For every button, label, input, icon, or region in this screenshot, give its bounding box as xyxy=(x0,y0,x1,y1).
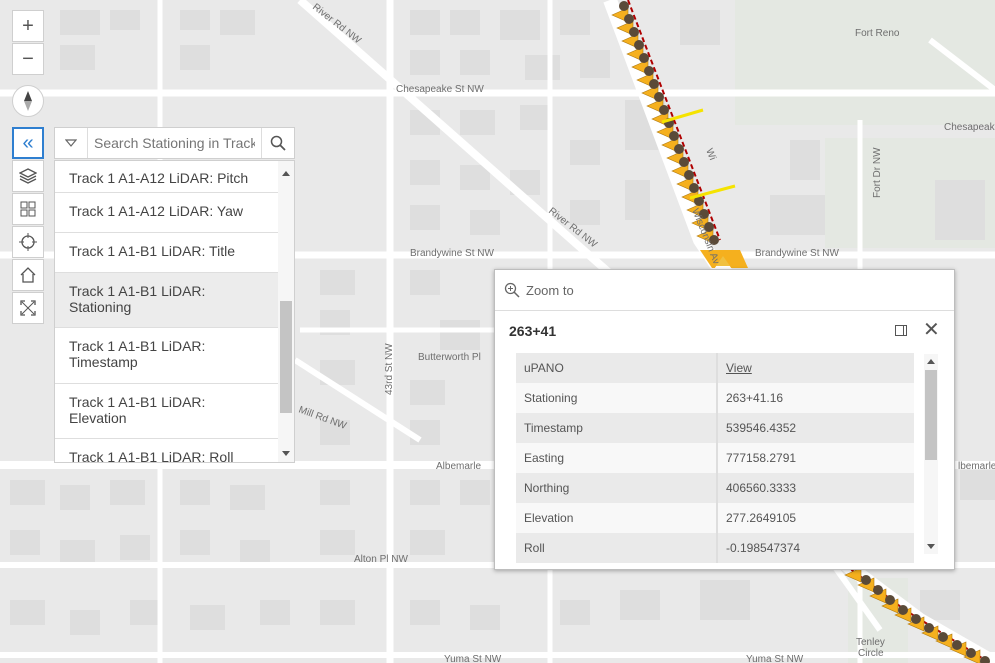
attr-key: Elevation xyxy=(516,503,718,533)
search-button[interactable] xyxy=(261,128,294,158)
zoom-to-action[interactable]: Zoom to xyxy=(495,270,954,311)
scrollbar-thumb[interactable] xyxy=(925,370,937,460)
layers-icon xyxy=(19,168,37,184)
map-label-chesapeake: Chesapeake St NW xyxy=(396,84,484,95)
home-button[interactable] xyxy=(12,259,44,291)
suggestion-item[interactable]: Track 1 A1-A12 LiDAR: Yaw xyxy=(55,193,279,233)
attr-value: -0.198547374 xyxy=(717,533,915,563)
popup-title: 263+41 xyxy=(509,323,557,339)
table-row: Timestamp 539546.4352 xyxy=(516,413,915,443)
attr-value: 777158.2791 xyxy=(717,443,915,473)
dock-popup-icon[interactable] xyxy=(895,325,907,336)
collapse-panel-button[interactable]: « xyxy=(12,127,44,159)
search-source-dropdown[interactable] xyxy=(55,128,88,158)
zoom-magnifier-icon xyxy=(504,282,520,298)
popup-attribute-table: uPANO View Stationing 263+41.16 Timestamp 5… xyxy=(516,353,915,563)
chevron-down-icon xyxy=(65,139,77,147)
search-widget xyxy=(54,127,295,159)
map-label-brandywine-left: Brandywine St NW xyxy=(410,248,494,259)
attr-value: View xyxy=(717,353,915,383)
suggestion-item-selected[interactable]: Track 1 A1-B1 LiDAR: Stationing xyxy=(55,273,279,328)
search-icon xyxy=(270,135,286,151)
scroll-down-arrow-icon[interactable] xyxy=(927,544,935,549)
view-link[interactable]: View xyxy=(726,361,752,375)
suggestion-item[interactable]: Track 1 A1-B1 LiDAR: Title xyxy=(55,233,279,273)
map-label-tenley-a: Tenley xyxy=(856,637,885,648)
suggestion-item[interactable]: Track 1 A1-A12 LiDAR: Pitch xyxy=(55,161,279,193)
scroll-down-arrow-icon[interactable] xyxy=(282,451,290,456)
fullscreen-button[interactable] xyxy=(12,292,44,324)
map-label-alton: Alton Pl NW xyxy=(354,554,408,565)
feature-popup: Zoom to 263+41 ✕ uPANO View Stationing 263… xyxy=(494,269,955,570)
map-label-43rd: 43rd St NW xyxy=(384,343,395,395)
attr-value: 539546.4352 xyxy=(717,413,915,443)
plus-icon: + xyxy=(22,14,34,37)
map-label-fort-dr: Fort Dr NW xyxy=(872,147,883,198)
map-label-yuma-right: Yuma St NW xyxy=(746,654,804,663)
scroll-up-arrow-icon[interactable] xyxy=(282,171,290,176)
double-chevron-left-icon: « xyxy=(22,131,34,154)
map-label-albemarle-left: Albemarle xyxy=(436,461,481,472)
table-row: Stationing 263+41.16 xyxy=(516,383,915,413)
search-suggestions-list: Track 1 A1-A12 LiDAR: Pitch Track 1 A1-A… xyxy=(54,160,295,463)
locate-button[interactable] xyxy=(12,226,44,258)
suggestions-scrollbar[interactable] xyxy=(278,161,294,462)
scrollbar-thumb[interactable] xyxy=(280,301,292,413)
zoom-to-label: Zoom to xyxy=(526,282,574,298)
close-icon[interactable]: ✕ xyxy=(923,320,940,340)
minus-icon: − xyxy=(22,47,34,70)
map-label-yuma-left: Yuma St NW xyxy=(444,654,502,663)
zoom-out-button[interactable]: − xyxy=(12,43,44,75)
attr-key: uPANO xyxy=(516,353,718,383)
map-label-brandywine-right: Brandywine St NW xyxy=(755,248,839,259)
attr-value: 277.2649105 xyxy=(717,503,915,533)
attr-value: 406560.3333 xyxy=(717,473,915,503)
locate-icon xyxy=(19,233,37,251)
home-icon xyxy=(20,267,36,283)
selected-marker-icon[interactable] xyxy=(716,256,730,266)
map-label-chesapeake-right: Chesapeak xyxy=(944,122,995,133)
table-row: Northing 406560.3333 xyxy=(516,473,915,503)
attr-key: Roll xyxy=(516,533,718,563)
zoom-in-button[interactable]: + xyxy=(12,10,44,42)
suggestion-item[interactable]: Track 1 A1-B1 LiDAR: Roll xyxy=(55,439,279,462)
table-row: uPANO View xyxy=(516,353,915,383)
attr-value: 263+41.16 xyxy=(717,383,915,413)
basemap-gallery-button[interactable] xyxy=(12,193,44,225)
map-label-albemarle-right: lbemarle xyxy=(958,461,995,472)
fullscreen-icon xyxy=(20,300,36,316)
map-label-fort-reno: Fort Reno xyxy=(855,28,900,39)
scroll-up-arrow-icon[interactable] xyxy=(927,359,935,364)
map-label-butterworth: Butterworth Pl xyxy=(418,352,481,363)
suggestion-item[interactable]: Track 1 A1-B1 LiDAR: Elevation xyxy=(55,384,279,439)
layers-button[interactable] xyxy=(12,160,44,192)
compass-button[interactable] xyxy=(12,85,44,117)
attr-key: Northing xyxy=(516,473,718,503)
suggestion-item[interactable]: Track 1 A1-B1 LiDAR: Timestamp xyxy=(55,328,279,384)
attr-key: Easting xyxy=(516,443,718,473)
table-row: Easting 777158.2791 xyxy=(516,443,915,473)
table-row: Elevation 277.2649105 xyxy=(516,503,915,533)
compass-icon xyxy=(24,91,32,111)
search-input[interactable] xyxy=(88,128,261,158)
basemap-gallery-icon xyxy=(20,201,36,217)
map-label-tenley-b: Circle xyxy=(858,648,884,659)
popup-scrollbar[interactable] xyxy=(924,354,938,554)
attr-key: Stationing xyxy=(516,383,718,413)
attr-key: Timestamp xyxy=(516,413,718,443)
table-row: Roll -0.198547374 xyxy=(516,533,915,563)
